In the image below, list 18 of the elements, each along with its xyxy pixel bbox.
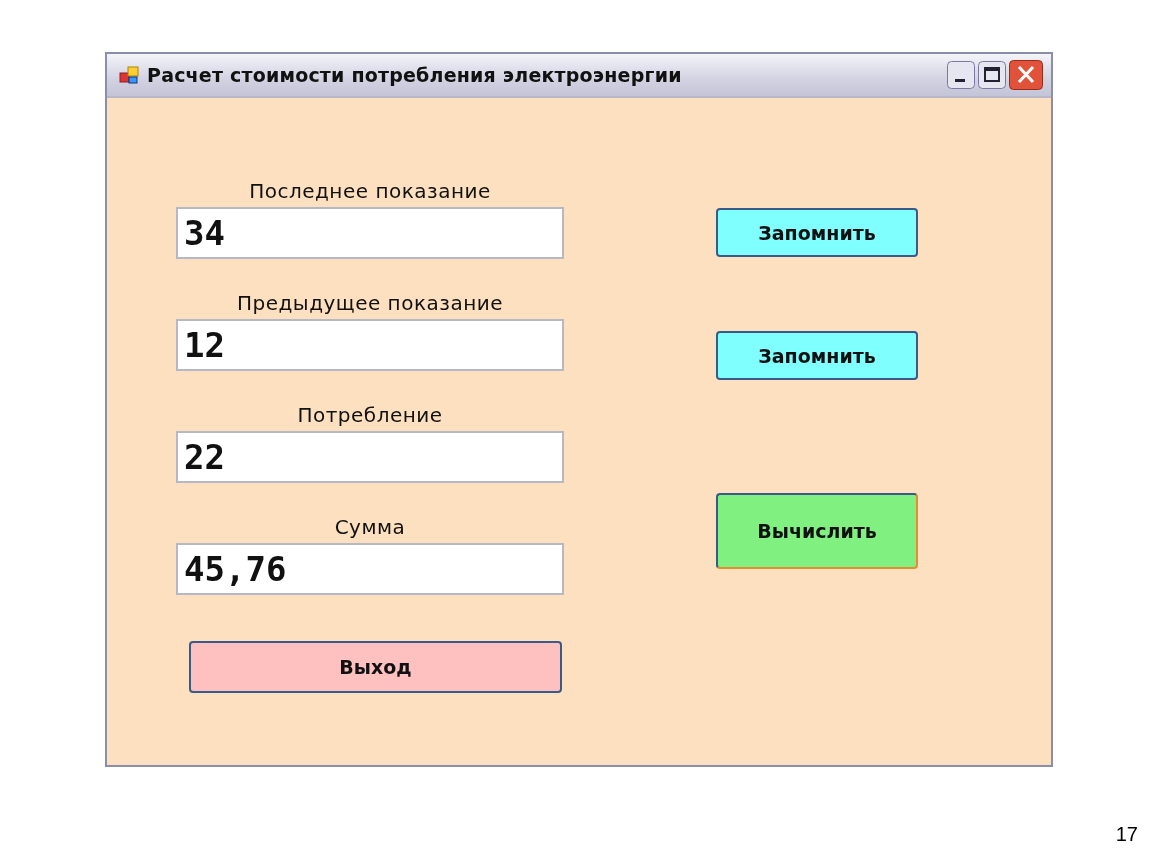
app-icon [119,66,139,84]
calculate-button[interactable]: Вычислить [716,493,918,569]
window-title: Расчет стоимости потребления электроэнергии [147,64,683,86]
field-label: Потребление [297,403,443,427]
exit-button[interactable]: Выход [189,641,562,693]
slide-number: 17 [1115,823,1138,846]
field-label: Предыдущее показание [236,291,503,315]
input-field[interactable]: 22 [176,431,564,483]
field-label: Последнее показание [249,179,491,203]
maximize-icon[interactable] [978,61,1006,89]
remember-button[interactable]: Запомнить [716,208,918,257]
field-label: Сумма [334,515,406,539]
close-icon[interactable] [1009,60,1043,90]
minimize-icon[interactable] [947,61,975,89]
input-field[interactable]: 12 [176,319,564,371]
input-field[interactable]: 34 [176,207,564,259]
remember-button[interactable]: Запомнить [716,331,918,380]
input-field[interactable]: 45,76 [176,543,564,595]
